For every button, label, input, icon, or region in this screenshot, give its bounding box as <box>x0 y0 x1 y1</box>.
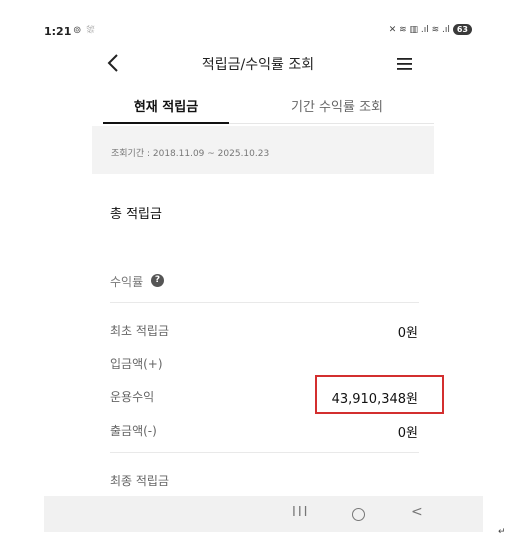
active-tab-indicator <box>103 122 229 124</box>
help-icon[interactable]: ? <box>151 274 164 287</box>
withdrawal-label: 출금액(-) <box>110 424 157 438</box>
tab-current-balance[interactable]: 현재 적립금 <box>103 96 229 115</box>
menu-button[interactable] <box>396 56 414 70</box>
status-right-icons: ✕ ≋ ▥ .ıl ≋ .ıl 63 <box>389 24 472 35</box>
signal-wifi-icons: ✕ ≋ ▥ .ıl ≋ .ıl <box>388 24 450 35</box>
return-mark: ↵ <box>498 527 506 537</box>
return-rate-label: 수익률 <box>110 275 144 289</box>
divider <box>110 452 419 453</box>
highlight-box <box>315 375 444 414</box>
home-button[interactable] <box>352 508 365 521</box>
withdrawal-value: 0원 <box>397 426 418 441</box>
page-title: 적립금/수익률 조회 <box>201 57 315 73</box>
tab-divider <box>229 123 434 124</box>
status-notification-icons: ⊚ ⛆ <box>73 25 96 36</box>
recent-apps-button[interactable]: III <box>292 505 310 520</box>
period-text: 조회기간 : 2018.11.09 ~ 2025.10.23 <box>111 149 270 159</box>
initial-balance-value: 0원 <box>397 326 418 341</box>
total-balance-label: 총 적립금 <box>110 207 162 222</box>
battery-icon: 63 <box>452 24 472 35</box>
system-back-button[interactable]: < <box>411 504 423 520</box>
tab-period-return[interactable]: 기간 수익률 조회 <box>262 96 412 115</box>
deposit-label: 입금액(+) <box>110 357 163 371</box>
initial-balance-label: 최초 적립금 <box>110 324 170 338</box>
status-time: 1:21 <box>44 25 72 38</box>
divider <box>110 302 419 303</box>
final-balance-label: 최종 적립금 <box>110 474 170 488</box>
hamburger-menu-icon <box>397 58 412 70</box>
investment-return-label: 운용수익 <box>110 390 155 404</box>
